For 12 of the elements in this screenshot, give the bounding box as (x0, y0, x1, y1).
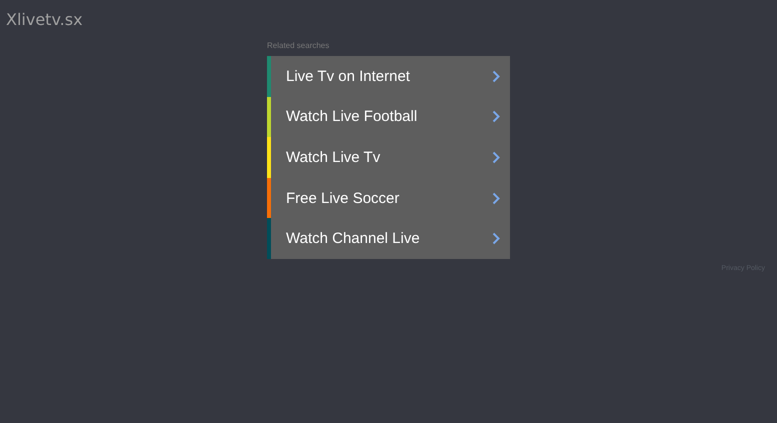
chevron-right-icon (492, 232, 500, 246)
chevron-right-icon (492, 192, 500, 205)
search-link[interactable]: Free Live Soccer (267, 178, 510, 218)
search-link[interactable]: Watch Live Tv (267, 137, 510, 178)
section-heading: Related searches (267, 41, 330, 52)
chevron-right-icon (492, 70, 500, 83)
search-link[interactable]: Live Tv on Internet (267, 56, 510, 97)
search-link[interactable]: Watch Live Football (267, 96, 510, 138)
site-title: Xlivetv.sx (5, 9, 84, 31)
chevron-right-icon (492, 110, 500, 124)
search-link[interactable]: Watch Channel Live (267, 218, 510, 259)
chevron-right-icon (492, 150, 500, 164)
